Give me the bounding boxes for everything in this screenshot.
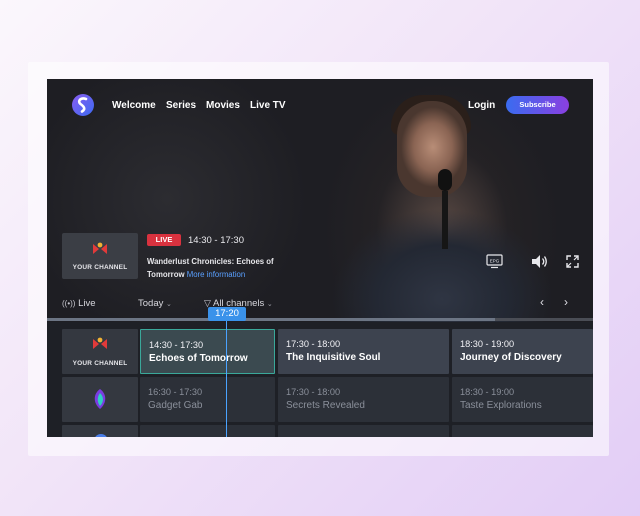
epg-channel-cell[interactable] bbox=[62, 425, 138, 437]
program-time: 18:30 - 19:00 bbox=[460, 339, 515, 349]
program-title: Echoes of Tomorrow bbox=[149, 353, 248, 364]
now-playing-title: Wanderlust Chronicles: Echoes of Tomorro… bbox=[147, 255, 297, 281]
program-time: 18:30 - 19:00 bbox=[460, 387, 515, 397]
playback-progress[interactable] bbox=[47, 318, 593, 321]
nav-movies[interactable]: Movies bbox=[206, 100, 240, 111]
channel-logo-icon bbox=[93, 242, 107, 254]
channel-name: YOUR CHANNEL bbox=[72, 360, 128, 367]
epg-channel-cell[interactable] bbox=[62, 377, 138, 422]
epg-program-cell[interactable] bbox=[140, 425, 275, 437]
epg-program-cell[interactable]: 14:30 - 17:30 Echoes of Tomorrow bbox=[140, 329, 275, 374]
top-nav: Welcome Series Movies Live TV Login Subs… bbox=[47, 79, 593, 131]
current-time-line bbox=[226, 320, 227, 437]
epg-program-cell[interactable]: 16:30 - 17:30 Gadget Gab bbox=[140, 377, 275, 422]
live-filter-label: Live bbox=[78, 298, 96, 309]
live-badge: LIVE bbox=[147, 234, 181, 246]
microphone bbox=[438, 169, 452, 249]
program-title: Journey of Discovery bbox=[460, 352, 562, 363]
program-title: The Inquisitive Soul bbox=[286, 352, 381, 363]
nav-series[interactable]: Series bbox=[166, 100, 196, 111]
epg-channel-cell[interactable]: YOUR CHANNEL bbox=[62, 329, 138, 374]
program-title: Gadget Gab bbox=[148, 400, 203, 411]
channel-logo-icon bbox=[94, 434, 108, 437]
program-time: 17:30 - 18:00 bbox=[286, 339, 341, 349]
progress-fill bbox=[47, 318, 495, 321]
broadcast-icon: ((•)) bbox=[62, 299, 76, 308]
day-filter[interactable]: Today ⌄ bbox=[138, 298, 172, 309]
prev-arrow-icon[interactable]: ‹ bbox=[540, 295, 544, 309]
brand-logo[interactable] bbox=[71, 93, 95, 117]
current-time-marker: 17:20 bbox=[208, 307, 246, 321]
login-link[interactable]: Login bbox=[468, 100, 495, 111]
nav-welcome[interactable]: Welcome bbox=[112, 100, 156, 111]
epg-program-cell[interactable]: 17:30 - 18:00 Secrets Revealed bbox=[278, 377, 449, 422]
program-title: Secrets Revealed bbox=[286, 400, 365, 411]
chevron-down-icon: ⌄ bbox=[266, 301, 273, 308]
live-filter[interactable]: ((•)) Live bbox=[62, 298, 96, 309]
volume-icon[interactable] bbox=[531, 254, 548, 269]
channel-logo-icon bbox=[93, 337, 107, 349]
more-info-link[interactable]: More information bbox=[187, 270, 246, 279]
epg-icon-label: EPG bbox=[490, 259, 500, 264]
epg-program-cell[interactable]: 17:30 - 18:00 The Inquisitive Soul bbox=[278, 329, 449, 374]
program-title: Taste Explorations bbox=[460, 400, 542, 411]
channel-name: YOUR CHANNEL bbox=[72, 264, 128, 271]
day-filter-label: Today bbox=[138, 298, 164, 309]
epg-icon[interactable]: EPG bbox=[486, 254, 503, 269]
program-time: 14:30 - 17:30 bbox=[149, 340, 204, 350]
tv-app-screen: Welcome Series Movies Live TV Login Subs… bbox=[47, 79, 593, 437]
current-channel-card[interactable]: YOUR CHANNEL bbox=[62, 233, 138, 279]
epg-program-cell[interactable]: 18:30 - 19:00 Taste Explorations bbox=[452, 377, 593, 422]
subscribe-button[interactable]: Subscribe bbox=[506, 96, 569, 114]
epg-grid: YOUR CHANNEL 14:30 - 17:30 Echoes of Tom… bbox=[47, 322, 593, 437]
channel-logo-icon bbox=[94, 389, 106, 409]
program-time: 17:30 - 18:00 bbox=[286, 387, 341, 397]
fullscreen-icon[interactable] bbox=[565, 254, 580, 269]
epg-program-cell[interactable] bbox=[452, 425, 593, 437]
program-time: 16:30 - 17:30 bbox=[148, 387, 203, 397]
nav-live-tv[interactable]: Live TV bbox=[250, 100, 286, 111]
chevron-down-icon: ⌄ bbox=[166, 301, 172, 308]
epg-program-cell[interactable] bbox=[278, 425, 449, 437]
epg-program-cell[interactable]: 18:30 - 19:00 Journey of Discovery bbox=[452, 329, 593, 374]
next-arrow-icon[interactable]: › bbox=[564, 295, 568, 309]
now-playing-time: 14:30 - 17:30 bbox=[188, 235, 244, 246]
